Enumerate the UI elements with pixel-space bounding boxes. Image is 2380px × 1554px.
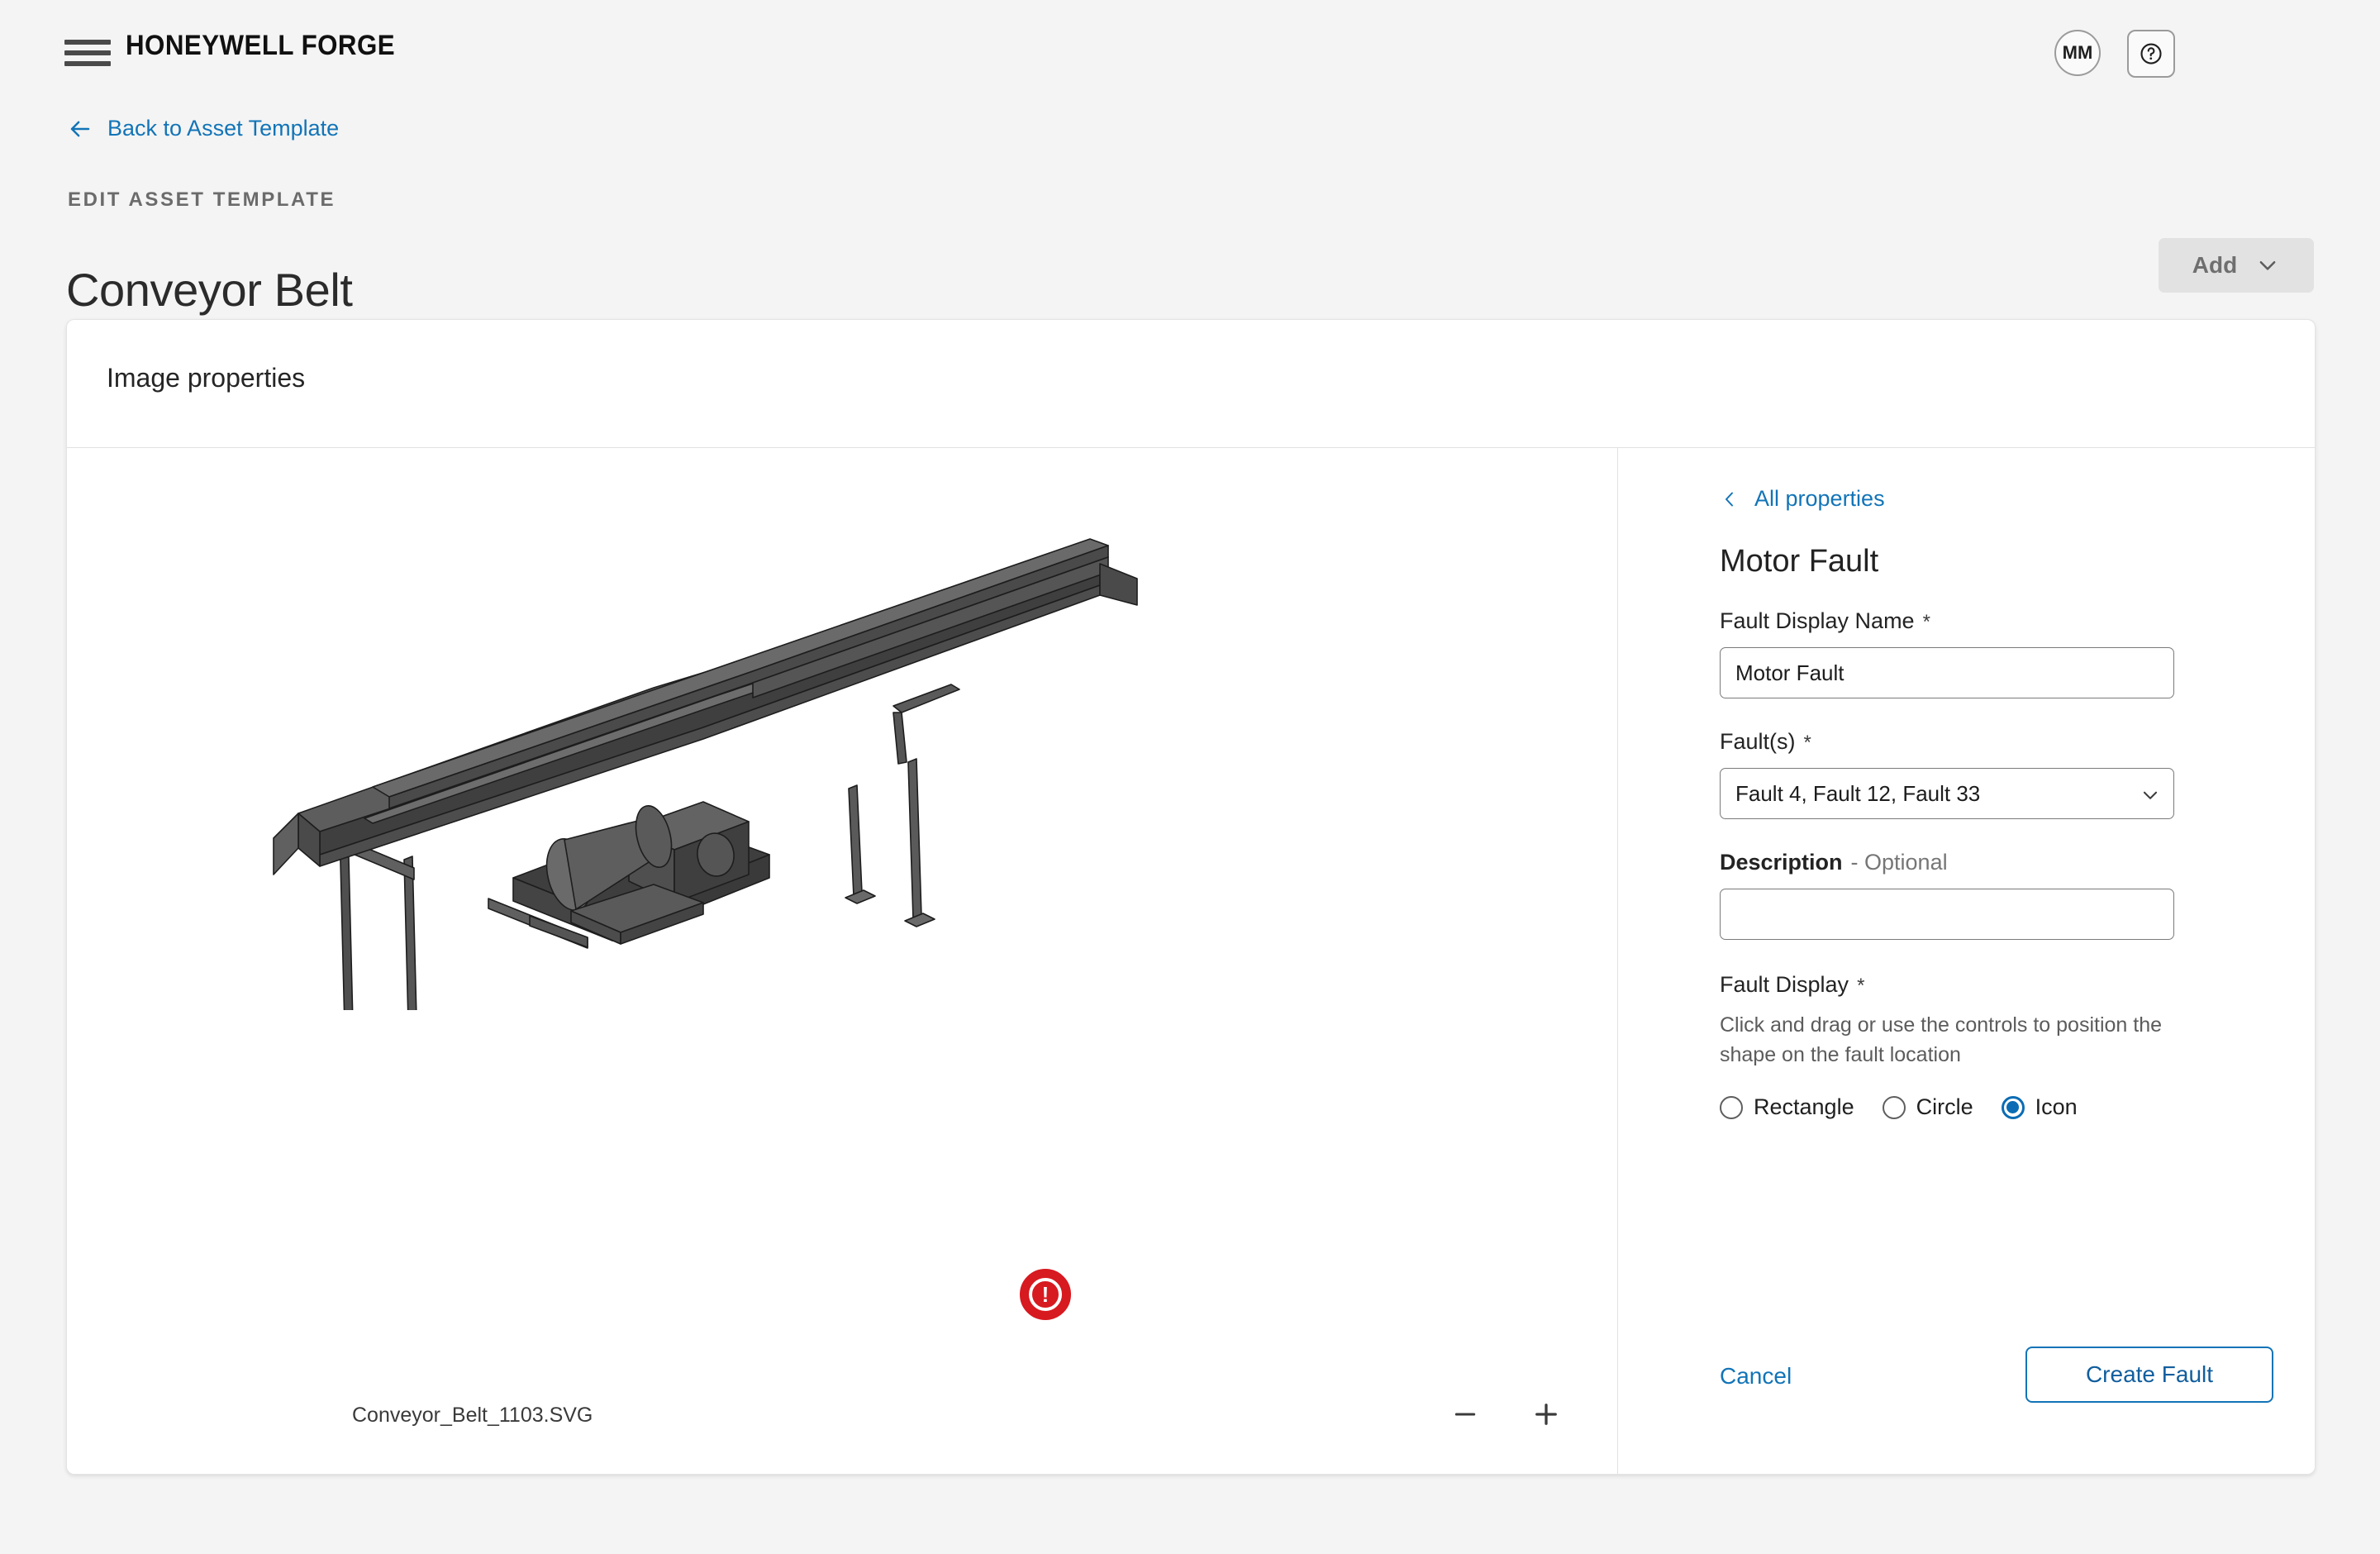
radio-option-rectangle[interactable]: Rectangle xyxy=(1720,1094,1854,1120)
add-button[interactable]: Add xyxy=(2159,238,2314,293)
description-input[interactable] xyxy=(1720,889,2174,940)
field-fault-display-name: Fault Display Name * xyxy=(1720,608,2174,698)
create-fault-button[interactable]: Create Fault xyxy=(2025,1347,2273,1403)
zoom-out-button[interactable] xyxy=(1445,1394,1485,1434)
radio-label: Rectangle xyxy=(1754,1094,1854,1119)
label-text: Fault Display Name xyxy=(1720,608,1915,633)
fault-display-radio-group: Rectangle Circle Icon xyxy=(1720,1094,2174,1120)
add-button-label: Add xyxy=(2192,252,2238,278)
fault-properties-panel: All properties Motor Fault Fault Display… xyxy=(1619,448,2315,1474)
radio-label: Icon xyxy=(2035,1094,2078,1119)
minus-icon xyxy=(1454,1413,1476,1416)
plus-icon xyxy=(1535,1404,1557,1425)
card-header: Image properties xyxy=(67,320,2315,448)
hamburger-menu-icon[interactable] xyxy=(64,36,111,69)
arrow-left-icon xyxy=(70,121,90,136)
description-label: Description - Optional xyxy=(1720,850,2174,875)
required-marker: * xyxy=(1803,732,1811,754)
fault-marker-icon[interactable]: ! xyxy=(1016,1265,1075,1324)
back-link-label: Back to Asset Template xyxy=(107,116,340,141)
panel-footer: Cancel Create Fault xyxy=(1619,1318,2315,1474)
panel-title: Motor Fault xyxy=(1720,544,1879,579)
chevron-left-icon xyxy=(1726,492,1733,506)
field-faults: Fault(s) * Fault 4, Fault 12, Fault 33 xyxy=(1720,729,2174,819)
faults-selected-value: Fault 4, Fault 12, Fault 33 xyxy=(1735,780,1981,806)
chevron-down-icon xyxy=(2259,261,2276,270)
help-button[interactable] xyxy=(2127,30,2175,78)
question-circle-icon xyxy=(2140,43,2162,64)
zoom-controls xyxy=(1445,1394,1566,1434)
brand-logo: HONEYWELL FORGE xyxy=(126,30,396,61)
faults-select[interactable]: Fault 4, Fault 12, Fault 33 xyxy=(1720,768,2174,819)
image-canvas[interactable]: ! Conveyor_Belt_1103.SVG xyxy=(67,448,1618,1474)
label-text: Fault(s) xyxy=(1720,729,1796,754)
fault-display-helper-text: Click and drag or use the controls to po… xyxy=(1720,1013,2163,1066)
fault-display-label: Fault Display * xyxy=(1720,972,2174,998)
all-properties-label: All properties xyxy=(1754,486,1885,511)
alert-exclamation-icon: ! xyxy=(1029,1278,1062,1311)
radio-indicator xyxy=(1720,1095,1743,1119)
app-top-bar: HONEYWELL FORGE MM xyxy=(0,0,2380,106)
radio-indicator-selected xyxy=(2001,1095,2025,1119)
radio-label: Circle xyxy=(1916,1094,1973,1119)
page-title: Conveyor Belt xyxy=(66,263,353,316)
all-properties-link[interactable]: All properties xyxy=(1720,486,1885,512)
avatar-initials: MM xyxy=(2062,42,2093,63)
label-text: Description xyxy=(1720,850,1843,875)
image-properties-card: Image properties ! Conveyor_Belt_1103.SV… xyxy=(66,319,2316,1475)
faults-select-wrap: Fault 4, Fault 12, Fault 33 xyxy=(1720,768,2174,819)
card-title: Image properties xyxy=(107,363,306,393)
image-filename: Conveyor_Belt_1103.SVG xyxy=(352,1404,593,1427)
fault-display-name-label: Fault Display Name * xyxy=(1720,608,2174,634)
radio-indicator xyxy=(1882,1095,1906,1119)
fault-display-name-input[interactable] xyxy=(1720,647,2174,698)
label-text: Fault Display xyxy=(1720,972,1849,997)
radio-option-icon[interactable]: Icon xyxy=(2001,1094,2078,1120)
radio-option-circle[interactable]: Circle xyxy=(1882,1094,1973,1120)
conveyor-belt-illustration xyxy=(273,538,1138,1010)
cancel-button[interactable]: Cancel xyxy=(1720,1363,1792,1390)
back-to-asset-template-link[interactable]: Back to Asset Template xyxy=(68,116,339,141)
avatar[interactable]: MM xyxy=(2054,30,2101,76)
faults-label: Fault(s) * xyxy=(1720,729,2174,755)
field-description: Description - Optional xyxy=(1720,850,2174,940)
required-marker: * xyxy=(1857,975,1865,997)
field-fault-display: Fault Display * Click and drag or use th… xyxy=(1720,972,2174,1120)
optional-suffix: - Optional xyxy=(1850,850,1948,875)
breadcrumb-eyebrow: EDIT ASSET TEMPLATE xyxy=(68,188,336,211)
required-marker: * xyxy=(1922,611,1930,633)
zoom-in-button[interactable] xyxy=(1526,1394,1566,1434)
